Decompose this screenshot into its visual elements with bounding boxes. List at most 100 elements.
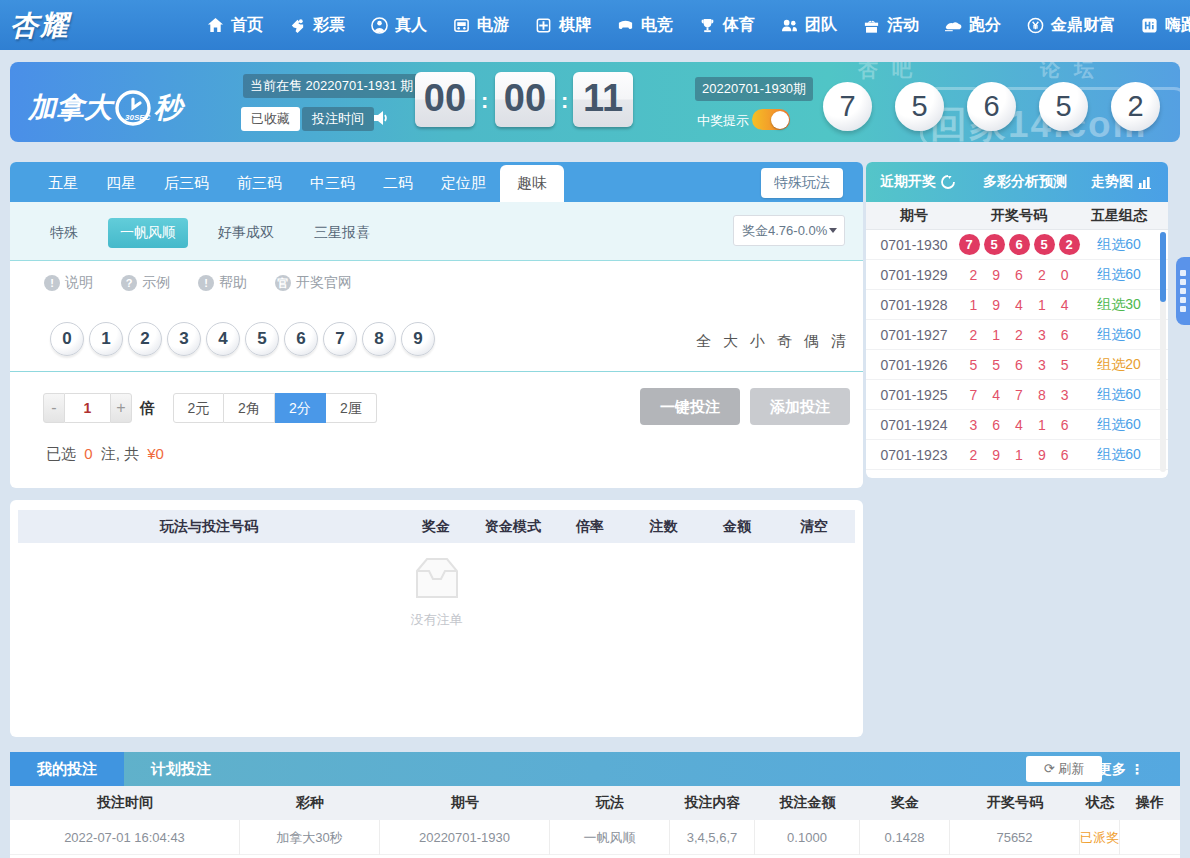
bets-col-操作: 操作: [1120, 794, 1180, 812]
nav-item-电竞[interactable]: 电竞: [617, 15, 673, 36]
unit-button-2厘[interactable]: 2厘: [326, 393, 377, 423]
group-link[interactable]: 组选20: [1084, 356, 1154, 374]
number-ball-6[interactable]: 6: [284, 322, 318, 356]
play-tab-趣味[interactable]: 趣味: [500, 165, 564, 202]
help-link-帮助[interactable]: !帮助: [198, 274, 247, 292]
bet-time-button[interactable]: 投注时间: [302, 107, 374, 131]
nav-item-体育[interactable]: 体育: [699, 15, 755, 36]
favorited-button[interactable]: 已收藏: [241, 107, 300, 131]
nav-item-嗨跑[interactable]: 嗨跑: [1141, 15, 1190, 36]
help-link-开奖官网[interactable]: 官开奖官网: [275, 274, 352, 292]
number-ball-4[interactable]: 4: [206, 322, 240, 356]
nav-item-跑分[interactable]: 跑分: [945, 15, 1001, 36]
group-link[interactable]: 组选30: [1084, 296, 1154, 314]
countdown-hours: 00: [415, 72, 475, 127]
bonus-select[interactable]: 奖金4.76-0.0%: [733, 215, 845, 246]
group-link[interactable]: 组选60: [1084, 386, 1154, 404]
nav-item-金鼎财富[interactable]: 金鼎财富: [1027, 15, 1115, 36]
nav-item-首页[interactable]: 首页: [207, 15, 263, 36]
countdown-seconds: 11: [573, 72, 633, 127]
nav-item-电游[interactable]: 电游: [453, 15, 509, 36]
sub-tab-三星报喜[interactable]: 三星报喜: [304, 218, 380, 248]
number-ball-0[interactable]: 0: [50, 322, 84, 356]
nav-item-棋牌[interactable]: 棋牌: [535, 15, 591, 36]
refresh-button[interactable]: ⟳ 刷新: [1026, 756, 1102, 782]
unit-button-2分[interactable]: 2分: [275, 393, 326, 423]
sub-tab-好事成双[interactable]: 好事成双: [208, 218, 284, 248]
main-nav: 首页 彩票 真人 电游 棋牌 电竞 体育 团队 活动 跑分 金鼎财富 嗨跑: [207, 0, 1190, 50]
bets-tab-我的投注[interactable]: 我的投注: [10, 752, 124, 786]
scrollbar-thumb[interactable]: [1160, 232, 1166, 302]
win-tip-toggle[interactable]: [752, 109, 790, 130]
number-ball-5[interactable]: 5: [245, 322, 279, 356]
bets-tab-计划投注[interactable]: 计划投注: [124, 752, 238, 786]
nav-item-彩票[interactable]: 彩票: [289, 15, 345, 36]
number-ball-8[interactable]: 8: [362, 322, 396, 356]
play-tab-后三码[interactable]: 后三码: [150, 165, 223, 202]
number-ball-2[interactable]: 2: [128, 322, 162, 356]
number-ball-9[interactable]: 9: [401, 322, 435, 356]
quick-filter-清[interactable]: 清: [831, 332, 846, 351]
draw-row: 0701-193075652组选60: [866, 230, 1168, 260]
last-issue-badge: 20220701-1930期: [695, 77, 813, 101]
tab-analysis[interactable]: 多彩分析预测: [983, 173, 1067, 191]
speaker-icon[interactable]: [372, 109, 390, 131]
play-tab-中三码[interactable]: 中三码: [296, 165, 369, 202]
multiplier-input[interactable]: 1: [65, 393, 110, 423]
sub-tab-一帆风顺[interactable]: 一帆风顺: [108, 218, 188, 248]
special-play-button[interactable]: 特殊玩法: [761, 168, 843, 198]
one-key-bet-button[interactable]: 一键投注: [640, 388, 740, 425]
draw-number: 3: [1038, 327, 1046, 343]
group-link[interactable]: 组选60: [1084, 446, 1154, 464]
site-logo[interactable]: 杏耀: [10, 7, 70, 45]
nav-item-活动[interactable]: 活动: [863, 15, 919, 36]
sub-tab-特殊[interactable]: 特殊: [40, 218, 88, 248]
egame-icon: [453, 17, 470, 34]
selected-prefix: 已选: [46, 445, 76, 462]
group-link[interactable]: 组选60: [1084, 236, 1154, 254]
nav-item-label: 电游: [477, 15, 509, 36]
tab-recent-draws[interactable]: 近期开奖: [880, 173, 955, 191]
watermark-top-left: 杏吧: [858, 62, 926, 83]
play-tab-五星[interactable]: 五星: [34, 165, 92, 202]
quick-filter-大[interactable]: 大: [723, 332, 738, 351]
multiplier-plus-button[interactable]: +: [110, 393, 132, 423]
quick-filter-全[interactable]: 全: [696, 332, 711, 351]
tab-trend[interactable]: 走势图: [1091, 173, 1152, 191]
sidebar-scrollbar[interactable]: [1160, 232, 1166, 472]
help-circle-icon: ?: [121, 275, 137, 291]
group-link[interactable]: 组选60: [1084, 416, 1154, 434]
quick-filter-奇[interactable]: 奇: [777, 332, 792, 351]
bets-col-开奖号码: 开奖号码: [950, 794, 1080, 812]
quick-filter-小[interactable]: 小: [750, 332, 765, 351]
nav-item-团队[interactable]: 团队: [781, 15, 837, 36]
more-button[interactable]: 更多 ⋮: [1098, 756, 1144, 782]
quick-filter-偶[interactable]: 偶: [804, 332, 819, 351]
bet-row: 2022-07-01 16:04:43加拿大30秒20220701-1930一帆…: [10, 820, 1180, 855]
number-balls: 0123456789: [50, 322, 435, 356]
help-link-示例[interactable]: ?示例: [121, 274, 170, 292]
number-ball-7[interactable]: 7: [323, 322, 357, 356]
help-link-label: 说明: [65, 274, 93, 292]
play-tab-四星[interactable]: 四星: [92, 165, 150, 202]
play-tab-定位胆[interactable]: 定位胆: [427, 165, 500, 202]
chess-icon: [535, 17, 552, 34]
number-ball-3[interactable]: 3: [167, 322, 201, 356]
chart-icon: [1138, 176, 1152, 189]
play-tab-二码[interactable]: 二码: [369, 165, 427, 202]
nav-item-真人[interactable]: 真人: [371, 15, 427, 36]
unit-button-2角[interactable]: 2角: [224, 393, 275, 423]
group-link[interactable]: 组选60: [1084, 266, 1154, 284]
group-link[interactable]: 组选60: [1084, 326, 1154, 344]
unit-button-2元[interactable]: 2元: [173, 393, 224, 423]
lottery-name: 加拿大 30SEC 秒: [28, 88, 182, 128]
multiplier-minus-button[interactable]: -: [43, 393, 65, 423]
help-link-说明[interactable]: !说明: [44, 274, 93, 292]
number-ball-1[interactable]: 1: [89, 322, 123, 356]
bet-cell: 0.1428: [860, 820, 950, 855]
side-float-tab[interactable]: [1176, 257, 1190, 325]
play-tab-前三码[interactable]: 前三码: [223, 165, 296, 202]
empty-state: 没有注单: [10, 543, 863, 629]
add-bet-button[interactable]: 添加投注: [750, 388, 850, 425]
nav-item-label: 棋牌: [559, 15, 591, 36]
